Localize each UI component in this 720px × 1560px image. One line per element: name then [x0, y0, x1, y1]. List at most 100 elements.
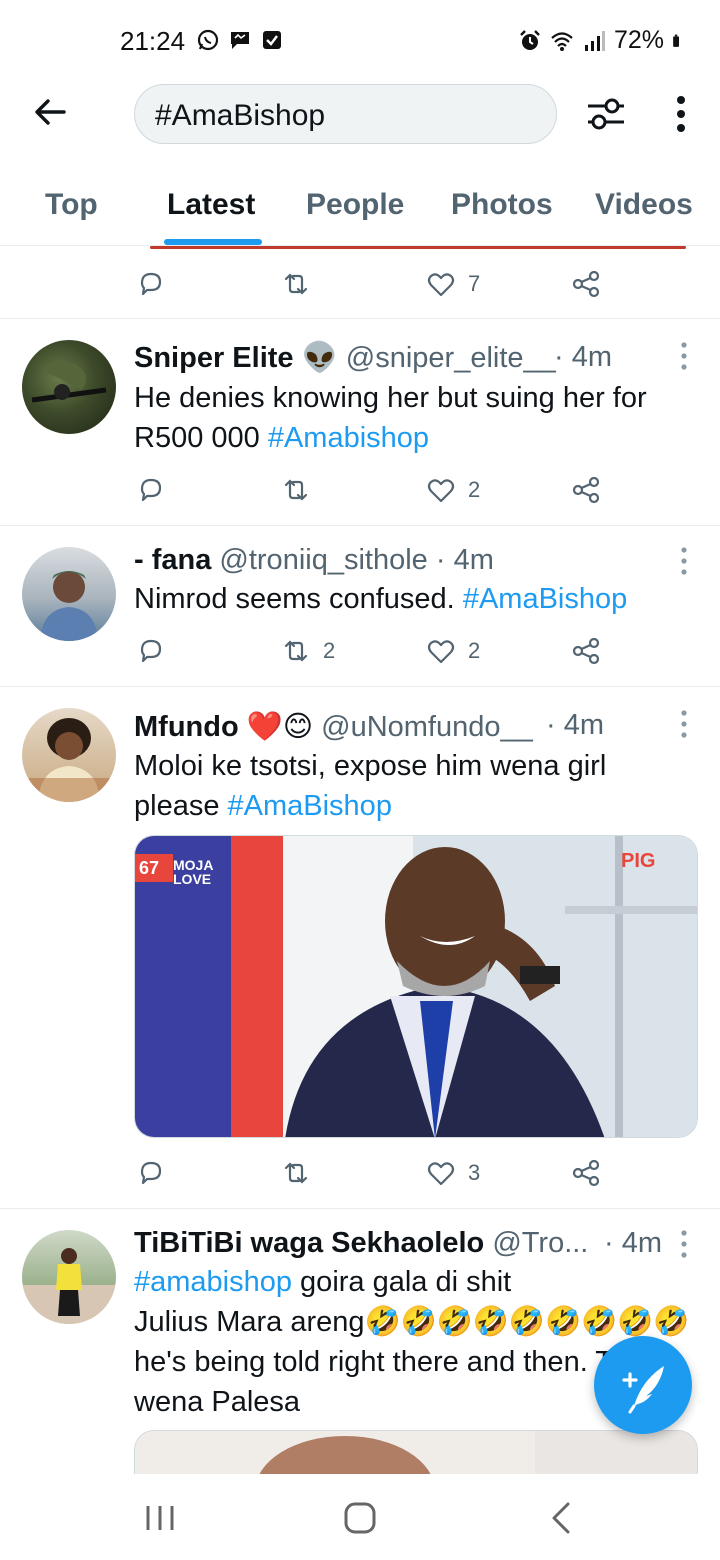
username[interactable]: @sniper_elite__	[346, 342, 556, 374]
tweet-header: - fana @troniiq_sithole · 4m	[134, 544, 494, 577]
back-icon[interactable]	[542, 1500, 582, 1536]
tab-people[interactable]: People	[306, 188, 404, 222]
tweet-actions: 7	[0, 264, 720, 304]
display-name[interactable]: TiBiTiBi waga Sekhaolelo	[134, 1227, 484, 1259]
heart-icon	[427, 1162, 455, 1186]
avatar[interactable]	[22, 708, 116, 802]
reply-icon	[140, 478, 162, 502]
like-button[interactable]: 2	[426, 470, 480, 510]
tab-videos[interactable]: Videos	[595, 188, 693, 222]
retweet-button[interactable]	[281, 470, 311, 510]
media-watermark: PIG	[621, 850, 656, 872]
retweet-button[interactable]	[281, 1153, 311, 1193]
avatar[interactable]	[22, 547, 116, 641]
share-button[interactable]	[571, 470, 601, 510]
reply-button[interactable]	[136, 470, 166, 510]
display-name[interactable]: Sniper Elite	[134, 342, 294, 374]
heart-icon	[427, 640, 455, 664]
tweet-text: He denies knowing her but suing her for …	[134, 378, 694, 458]
search-tabs: Top Latest People Photos Videos	[0, 168, 720, 246]
tweet[interactable]: Mfundo ❤️😊 @uNomfundo__ · 4m Moloi ke ts…	[0, 687, 720, 1209]
hashtag-link[interactable]: #Amabishop	[268, 422, 429, 454]
reply-button[interactable]	[136, 264, 166, 304]
search-input[interactable]: #AmaBishop	[134, 84, 557, 144]
compose-tweet-button[interactable]	[594, 1336, 692, 1434]
like-button[interactable]: 2	[426, 631, 480, 671]
avatar-image	[31, 361, 107, 403]
retweet-count: 2	[323, 638, 336, 663]
tweet-header: TiBiTiBi waga Sekhaolelo @Tro...	[134, 1227, 588, 1260]
avatar[interactable]	[22, 340, 116, 434]
username[interactable]: @Tro...	[492, 1227, 588, 1259]
share-button[interactable]	[571, 1153, 601, 1193]
tweet[interactable]: - fana @troniiq_sithole · 4m Nimrod seem…	[0, 526, 720, 687]
reply-button[interactable]	[136, 1153, 166, 1193]
recent-apps-icon[interactable]	[140, 1500, 180, 1536]
avatar[interactable]	[22, 1230, 116, 1324]
whatsapp-icon	[197, 29, 219, 51]
retweet-button[interactable]	[281, 264, 311, 304]
like-count: 7	[468, 271, 481, 296]
avatar-image	[22, 1248, 116, 1324]
hashtag-link[interactable]: #AmaBishop	[463, 583, 627, 615]
filter-icon[interactable]	[584, 94, 628, 134]
share-icon	[572, 637, 600, 665]
tweet-text: Nimrod seems confused. #AmaBishop	[134, 579, 694, 619]
tweet-time: · 4m	[554, 341, 612, 373]
tweet-header: Mfundo ❤️😊 @uNomfundo__	[134, 709, 533, 744]
reply-icon	[140, 272, 162, 296]
like-button[interactable]: 7	[426, 264, 480, 304]
tab-latest[interactable]: Latest	[167, 188, 255, 222]
share-icon	[572, 1159, 600, 1187]
share-button[interactable]	[571, 264, 601, 304]
retweet-button[interactable]: 2	[281, 631, 335, 671]
system-nav-bar	[0, 1474, 720, 1560]
username[interactable]: @troniiq_sithole	[219, 544, 427, 576]
media-edge	[150, 246, 686, 249]
tab-photos[interactable]: Photos	[451, 188, 553, 222]
heart-icon	[427, 479, 455, 503]
like-count: 2	[468, 477, 481, 502]
avatar-image	[40, 571, 98, 641]
retweet-icon	[284, 479, 308, 501]
like-count: 3	[468, 1160, 481, 1185]
reply-icon	[140, 639, 162, 663]
tweet-text-line: goira gala di shit	[292, 1266, 512, 1298]
share-icon	[572, 270, 600, 298]
tweet-menu-icon[interactable]	[676, 1229, 692, 1259]
home-icon[interactable]	[340, 1500, 380, 1536]
share-button[interactable]	[571, 631, 601, 671]
back-arrow-icon[interactable]	[30, 92, 70, 132]
hashtag-link[interactable]: #amabishop	[134, 1266, 292, 1298]
name-emoji: ❤️😊	[246, 711, 314, 743]
username[interactable]: @uNomfundo__	[321, 711, 533, 743]
status-bar: 21:24 72%	[0, 0, 720, 80]
display-name[interactable]: - fana	[134, 544, 211, 576]
search-query[interactable]: #AmaBishop	[155, 99, 325, 133]
alarm-icon	[520, 29, 540, 50]
tweet[interactable]: Sniper Elite 👽 @sniper_elite__ · 4m He d…	[0, 319, 720, 526]
tweet-menu-icon[interactable]	[676, 546, 692, 576]
wifi-icon	[551, 31, 573, 51]
tweet-media[interactable]: 67 MOJA LOVE PIG	[134, 835, 698, 1138]
tweet-actions: 2 2	[0, 631, 720, 671]
tweet-time: · 4m	[435, 544, 494, 576]
tab-top[interactable]: Top	[45, 188, 98, 222]
tweet-text-content: Nimrod seems confused.	[134, 583, 463, 615]
avatar-image	[22, 718, 116, 802]
tweet-text: Moloi ke tsotsi, expose him wena girl pl…	[134, 746, 654, 826]
reply-icon	[140, 1161, 162, 1185]
tweet-time: · 4m	[546, 709, 604, 741]
display-name[interactable]: Mfundo	[134, 711, 239, 743]
checkbox-icon	[263, 31, 281, 49]
media-channel-number: 67	[139, 858, 160, 878]
tweet-menu-icon[interactable]	[676, 341, 692, 371]
media-image	[135, 836, 697, 1137]
more-options-icon[interactable]	[664, 94, 698, 134]
reply-button[interactable]	[136, 631, 166, 671]
battery-icon	[673, 34, 679, 47]
hashtag-link[interactable]: #AmaBishop	[228, 790, 392, 822]
tweet-menu-icon[interactable]	[676, 709, 692, 739]
active-tab-indicator	[164, 239, 262, 245]
like-button[interactable]: 3	[426, 1153, 480, 1193]
